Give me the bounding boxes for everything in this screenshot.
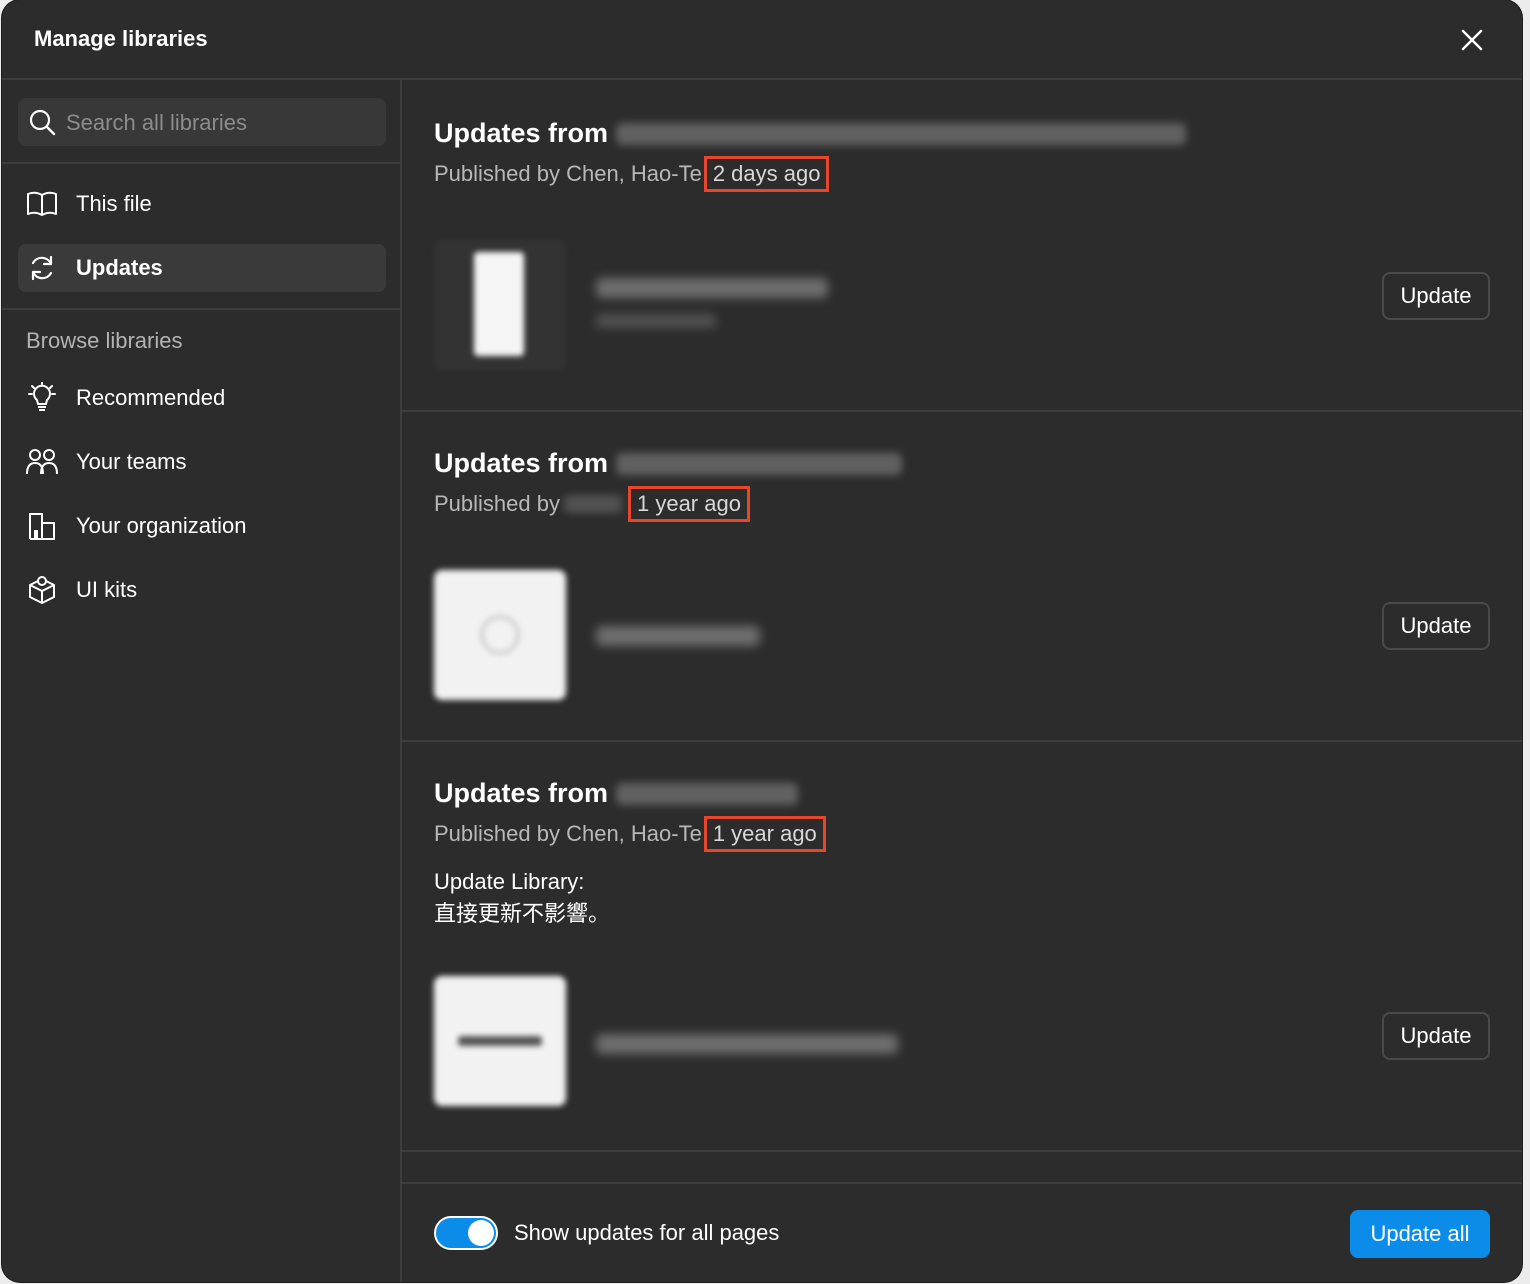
divider xyxy=(2,162,400,164)
toggle-knob xyxy=(468,1220,494,1246)
component-name-redacted xyxy=(596,278,828,298)
close-icon[interactable] xyxy=(1456,24,1488,56)
publish-time: 1 year ago xyxy=(703,816,826,852)
sidebar-item-label: Recommended xyxy=(76,385,226,410)
divider xyxy=(2,308,400,310)
sidebar-item-label: UI kits xyxy=(76,577,138,602)
update-heading-text: Updates from xyxy=(434,448,609,478)
update-group-heading: Updates from xyxy=(434,778,799,809)
sidebar: This file Updates Browse libraries Recom… xyxy=(2,80,402,1282)
show-all-pages-toggle[interactable] xyxy=(434,1216,498,1250)
update-publisher: Published by Chen, Hao-Te 2 days ago xyxy=(434,156,830,192)
publisher-name-redacted xyxy=(563,495,622,513)
sidebar-item-label: Your teams xyxy=(76,449,187,474)
sidebar-item-label: Updates xyxy=(76,255,163,280)
sidebar-item-ui-kits[interactable]: UI kits xyxy=(18,566,386,614)
sidebar-item-your-organization[interactable]: Your organization xyxy=(18,502,386,550)
update-heading-text: Updates from xyxy=(434,118,609,148)
update-publisher: Published by 1 year ago xyxy=(434,486,750,522)
library-name-redacted xyxy=(616,782,799,805)
update-button[interactable]: Update xyxy=(1382,602,1490,650)
sidebar-item-recommended[interactable]: Recommended xyxy=(18,374,386,422)
component-name-redacted xyxy=(596,626,760,646)
update-group: Updates from Published by Chen, Hao-Te 2… xyxy=(402,80,1522,412)
sidebar-item-label: Your organization xyxy=(76,513,247,538)
lightbulb-icon xyxy=(26,382,58,414)
toggle-label: Show updates for all pages xyxy=(514,1220,780,1245)
component-thumbnail xyxy=(434,976,566,1106)
publish-time: 1 year ago xyxy=(627,486,750,522)
component-thumbnail xyxy=(434,570,566,700)
update-group-heading: Updates from xyxy=(434,448,903,479)
update-group: Updates from Published by Chen, Hao-Te 1… xyxy=(402,740,1522,1152)
sidebar-item-updates[interactable]: Updates xyxy=(18,244,386,292)
publisher-text: Published by Chen, Hao-Te xyxy=(434,161,702,186)
search-input[interactable] xyxy=(64,98,378,148)
building-icon xyxy=(26,510,58,542)
update-heading-text: Updates from xyxy=(434,778,609,808)
people-icon xyxy=(26,446,58,478)
publisher-text: Published by xyxy=(434,491,560,516)
dialog-header: Manage libraries xyxy=(2,0,1522,80)
publish-time: 2 days ago xyxy=(703,156,830,192)
update-publisher: Published by Chen, Hao-Te 1 year ago xyxy=(434,816,826,852)
component-thumbnail xyxy=(434,240,566,370)
library-name-redacted xyxy=(616,122,1187,145)
search-icon xyxy=(28,108,56,136)
refresh-icon xyxy=(26,252,58,284)
updates-list: Updates from Published by Chen, Hao-Te 2… xyxy=(402,80,1522,1182)
sidebar-item-your-teams[interactable]: Your teams xyxy=(18,438,386,486)
update-all-button[interactable]: Update all xyxy=(1350,1210,1490,1258)
dialog-title: Manage libraries xyxy=(34,26,208,51)
component-instances-redacted xyxy=(596,314,716,328)
library-name-redacted xyxy=(616,452,903,475)
component-name-redacted xyxy=(596,1034,898,1054)
manage-libraries-dialog: Manage libraries This file Updates Brows… xyxy=(2,0,1522,1282)
publisher-text: Published by Chen, Hao-Te xyxy=(434,821,702,846)
update-group-heading: Updates from xyxy=(434,118,1187,149)
dialog-footer: Show updates for all pages Update all xyxy=(402,1182,1522,1282)
cube-icon xyxy=(26,574,58,606)
update-description: Update Library: 直接更新不影響。 xyxy=(434,869,611,926)
sidebar-item-label: This file xyxy=(76,191,152,216)
sidebar-item-this-file[interactable]: This file xyxy=(18,180,386,228)
browse-libraries-heading: Browse libraries xyxy=(26,328,183,353)
update-button[interactable]: Update xyxy=(1382,1012,1490,1060)
search-box[interactable] xyxy=(18,98,386,148)
update-group: Updates from Published by 1 year ago Upd… xyxy=(402,410,1522,742)
book-open-icon xyxy=(26,188,58,220)
update-button[interactable]: Update xyxy=(1382,272,1490,320)
